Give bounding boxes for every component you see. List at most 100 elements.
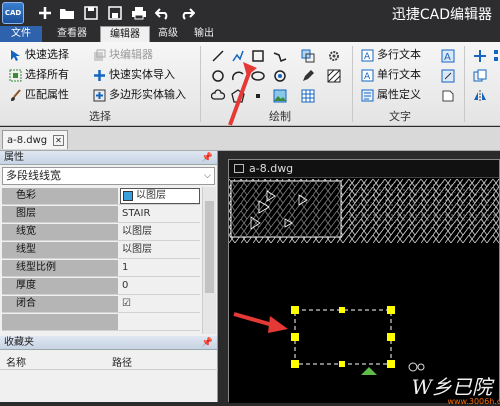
entity-type-value: 多段线线宽 [6, 169, 61, 182]
dot-hatch [345, 181, 499, 229]
tab-viewer[interactable]: 查看器 [48, 26, 96, 42]
property-row-color[interactable]: 色彩 以图层 [2, 188, 200, 205]
text-find-icon[interactable] [440, 88, 456, 104]
property-value[interactable]: STAIR [120, 206, 200, 222]
grip-handle[interactable] [291, 333, 299, 341]
rectangle-icon[interactable] [250, 48, 266, 64]
grip-handle[interactable] [339, 307, 345, 313]
new-icon[interactable] [36, 4, 54, 22]
property-value[interactable]: 以图层 [120, 224, 200, 240]
svg-text:A: A [444, 52, 451, 63]
tab-editor[interactable]: 编辑器 [100, 26, 150, 42]
drawing-window[interactable]: a-8.dwg [228, 159, 500, 403]
property-key: 图层 [2, 206, 118, 222]
image-icon[interactable] [272, 88, 288, 104]
block-editor-button[interactable]: 块编辑器 [92, 46, 153, 64]
column-name[interactable]: 名称 [6, 354, 26, 369]
donut-icon[interactable] [272, 68, 288, 84]
undo-icon[interactable] [154, 4, 172, 22]
grip-handle[interactable] [387, 333, 395, 341]
attdef-button[interactable]: 属性定义 [360, 86, 421, 104]
svg-text:A: A [364, 52, 371, 62]
grip-handle[interactable] [291, 306, 299, 314]
closed-checkbox[interactable]: ☑ [120, 296, 200, 312]
polygon-entity-input-button[interactable]: 多边形实体输入 [92, 86, 186, 104]
stext-button[interactable]: A 单行文本 [360, 66, 421, 84]
print-icon[interactable] [130, 4, 148, 22]
property-key: 厚度 [2, 278, 118, 294]
grip-handle[interactable] [387, 306, 395, 314]
polygon-shape-icon[interactable] [230, 88, 246, 104]
color-select[interactable]: 以图层 [120, 188, 200, 204]
properties-header: 属性 📌 [0, 151, 217, 165]
entity-type-select[interactable]: 多段线线宽 ⌵ [2, 167, 215, 185]
redo-icon[interactable] [178, 4, 196, 22]
tab-file[interactable]: 文件 [0, 26, 42, 42]
column-path[interactable]: 路径 [112, 354, 132, 369]
properties-scrollbar[interactable] [202, 187, 216, 334]
gear-icon[interactable] [326, 48, 342, 64]
insert-block-icon[interactable] [300, 48, 316, 64]
polyline-icon[interactable] [230, 48, 246, 64]
select-all-label: 选择所有 [25, 68, 69, 81]
quick-entity-import-button[interactable]: 快速实体导入 [92, 66, 175, 84]
circle-icon[interactable] [210, 68, 226, 84]
close-icon[interactable]: ✕ [53, 134, 64, 146]
pin-icon[interactable]: 📌 [202, 151, 213, 165]
property-value[interactable]: 0 [120, 278, 200, 294]
title-bar: CAD 迅捷CAD编辑器 [0, 0, 500, 26]
ribbon-tabs: 文件 查看器 编辑器 高级 输出 [0, 26, 500, 42]
match-props-button[interactable]: 匹配属性 [8, 86, 69, 104]
copy-icon[interactable] [472, 68, 488, 84]
mtext-button[interactable]: A 多行文本 [360, 46, 421, 64]
grip-handle[interactable] [339, 361, 345, 367]
ellipse-icon[interactable] [250, 68, 266, 84]
mirror-icon[interactable] [472, 88, 488, 104]
polygon-entity-input-label: 多边形实体输入 [109, 88, 186, 101]
text-style-icon[interactable]: A [440, 48, 456, 64]
cad-canvas[interactable] [229, 179, 499, 403]
document-tab[interactable]: a-8.dwg ✕ [2, 130, 68, 149]
pin-icon[interactable]: 📌 [202, 336, 213, 350]
plus-icon [92, 68, 106, 82]
properties-panel: 属性 📌 多段线线宽 ⌵ 色彩 以图层 图层 STAIR 线宽 以图层 线型 以… [0, 151, 218, 336]
arc-icon[interactable] [230, 68, 246, 84]
block-editor-icon [92, 48, 106, 62]
property-row-ltscale[interactable]: 线型比例 1 [2, 260, 200, 277]
revcloud-icon[interactable] [210, 88, 226, 104]
favorites-header: 收藏夹 📌 [0, 336, 217, 350]
property-value[interactable]: 1 [120, 260, 200, 276]
table-icon[interactable] [300, 88, 316, 104]
property-row-lineweight[interactable]: 线宽 以图层 [2, 224, 200, 241]
move-icon[interactable] [472, 48, 488, 64]
open-icon[interactable] [58, 4, 76, 22]
point-icon[interactable] [250, 88, 266, 104]
svg-text:A: A [364, 72, 371, 82]
save-as-icon[interactable] [106, 4, 124, 22]
array-icon[interactable] [490, 48, 500, 64]
window-icon [234, 164, 244, 173]
edit-pen-icon[interactable] [300, 68, 316, 84]
property-row-closed[interactable]: 闭合 ☑ [2, 296, 200, 313]
line-icon[interactable] [210, 48, 226, 64]
quick-entity-import-label: 快速实体导入 [109, 68, 175, 81]
hatch-icon[interactable] [326, 68, 342, 84]
select-all-button[interactable]: 选择所有 [8, 66, 69, 84]
stext-label: 单行文本 [377, 68, 421, 81]
tab-advanced[interactable]: 高级 [152, 26, 184, 42]
save-icon[interactable] [82, 4, 100, 22]
grip-handle[interactable] [387, 360, 395, 368]
text-edit-icon[interactable] [440, 68, 456, 84]
quick-select-button[interactable]: 快速选择 [8, 46, 69, 64]
brush-icon [8, 88, 22, 102]
spline-icon[interactable] [272, 48, 288, 64]
property-row-layer[interactable]: 图层 STAIR [2, 206, 200, 223]
property-value[interactable]: 以图层 [120, 242, 200, 258]
scrollbar-thumb[interactable] [205, 201, 214, 293]
favorites-panel: 收藏夹 📌 名称 路径 [0, 336, 218, 402]
grip-handle[interactable] [291, 360, 299, 368]
property-key [2, 314, 118, 330]
property-row-thickness[interactable]: 厚度 0 [2, 278, 200, 295]
tab-output[interactable]: 输出 [188, 26, 220, 42]
property-row-linetype[interactable]: 线型 以图层 [2, 242, 200, 259]
